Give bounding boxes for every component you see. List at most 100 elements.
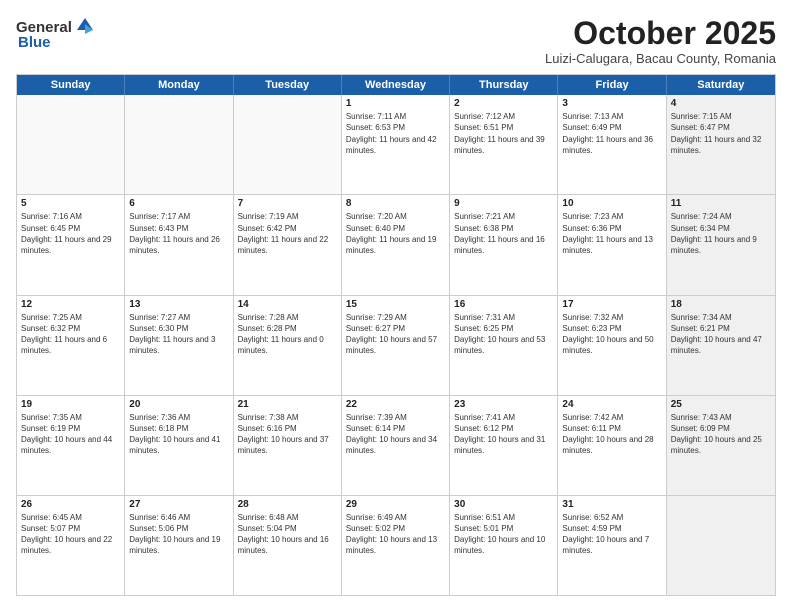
- day-number: 8: [346, 198, 445, 209]
- cell-info-text: Daylight: 10 hours and 28 minutes.: [562, 434, 661, 456]
- cell-info-text: Sunrise: 7:43 AM: [671, 412, 771, 423]
- cell-info-text: Daylight: 11 hours and 22 minutes.: [238, 234, 337, 256]
- cell-info-text: Sunrise: 7:27 AM: [129, 312, 228, 323]
- cell-info-text: Sunset: 6:40 PM: [346, 223, 445, 234]
- cell-info-text: Sunrise: 7:25 AM: [21, 312, 120, 323]
- cell-info-text: Sunset: 6:11 PM: [562, 423, 661, 434]
- calendar-cell: 9Sunrise: 7:21 AMSunset: 6:38 PMDaylight…: [450, 195, 558, 294]
- cell-info-text: Sunrise: 7:17 AM: [129, 211, 228, 222]
- calendar-cell: 20Sunrise: 7:36 AMSunset: 6:18 PMDayligh…: [125, 396, 233, 495]
- calendar-cell: [667, 496, 775, 595]
- day-number: 13: [129, 299, 228, 310]
- day-number: 10: [562, 198, 661, 209]
- day-number: 29: [346, 499, 445, 510]
- title-block: October 2025 Luizi-Calugara, Bacau Count…: [545, 16, 776, 66]
- calendar-row: 19Sunrise: 7:35 AMSunset: 6:19 PMDayligh…: [17, 396, 775, 496]
- cell-info-text: Sunrise: 6:45 AM: [21, 512, 120, 523]
- calendar-cell: 21Sunrise: 7:38 AMSunset: 6:16 PMDayligh…: [234, 396, 342, 495]
- day-number: 1: [346, 98, 445, 109]
- calendar-cell: 4Sunrise: 7:15 AMSunset: 6:47 PMDaylight…: [667, 95, 775, 194]
- day-number: 19: [21, 399, 120, 410]
- cell-info-text: Sunrise: 7:20 AM: [346, 211, 445, 222]
- cell-info-text: Sunrise: 7:34 AM: [671, 312, 771, 323]
- day-number: 26: [21, 499, 120, 510]
- cell-info-text: Sunrise: 7:13 AM: [562, 111, 661, 122]
- header: General Blue October 2025 Luizi-Calugara…: [16, 16, 776, 66]
- cell-info-text: Sunrise: 7:29 AM: [346, 312, 445, 323]
- cell-info-text: Sunrise: 6:46 AM: [129, 512, 228, 523]
- cell-info-text: Daylight: 10 hours and 19 minutes.: [129, 534, 228, 556]
- calendar-cell: 28Sunrise: 6:48 AMSunset: 5:04 PMDayligh…: [234, 496, 342, 595]
- cell-info-text: Sunset: 6:53 PM: [346, 122, 445, 133]
- day-number: 28: [238, 499, 337, 510]
- day-number: 4: [671, 98, 771, 109]
- cell-info-text: Daylight: 11 hours and 16 minutes.: [454, 234, 553, 256]
- calendar-header-cell: Sunday: [17, 75, 125, 95]
- cell-info-text: Sunset: 6:28 PM: [238, 323, 337, 334]
- cell-info-text: Sunrise: 7:16 AM: [21, 211, 120, 222]
- calendar-header-cell: Wednesday: [342, 75, 450, 95]
- cell-info-text: Daylight: 10 hours and 22 minutes.: [21, 534, 120, 556]
- cell-info-text: Sunrise: 7:11 AM: [346, 111, 445, 122]
- day-number: 2: [454, 98, 553, 109]
- day-number: 15: [346, 299, 445, 310]
- cell-info-text: Sunrise: 7:32 AM: [562, 312, 661, 323]
- cell-info-text: Sunset: 5:06 PM: [129, 523, 228, 534]
- day-number: 23: [454, 399, 553, 410]
- calendar-cell: 13Sunrise: 7:27 AMSunset: 6:30 PMDayligh…: [125, 296, 233, 395]
- cell-info-text: Daylight: 10 hours and 7 minutes.: [562, 534, 661, 556]
- cell-info-text: Sunset: 5:01 PM: [454, 523, 553, 534]
- day-number: 30: [454, 499, 553, 510]
- calendar-cell: 14Sunrise: 7:28 AMSunset: 6:28 PMDayligh…: [234, 296, 342, 395]
- cell-info-text: Sunrise: 7:15 AM: [671, 111, 771, 122]
- month-title: October 2025: [545, 16, 776, 51]
- cell-info-text: Sunset: 6:18 PM: [129, 423, 228, 434]
- calendar-row: 12Sunrise: 7:25 AMSunset: 6:32 PMDayligh…: [17, 296, 775, 396]
- calendar-cell: 1Sunrise: 7:11 AMSunset: 6:53 PMDaylight…: [342, 95, 450, 194]
- cell-info-text: Sunset: 5:04 PM: [238, 523, 337, 534]
- calendar-cell: 31Sunrise: 6:52 AMSunset: 4:59 PMDayligh…: [558, 496, 666, 595]
- day-number: 25: [671, 399, 771, 410]
- cell-info-text: Daylight: 11 hours and 36 minutes.: [562, 134, 661, 156]
- cell-info-text: Sunrise: 7:21 AM: [454, 211, 553, 222]
- cell-info-text: Daylight: 10 hours and 53 minutes.: [454, 334, 553, 356]
- calendar-cell: 2Sunrise: 7:12 AMSunset: 6:51 PMDaylight…: [450, 95, 558, 194]
- cell-info-text: Sunrise: 7:24 AM: [671, 211, 771, 222]
- cell-info-text: Sunset: 5:02 PM: [346, 523, 445, 534]
- cell-info-text: Sunset: 6:43 PM: [129, 223, 228, 234]
- cell-info-text: Sunrise: 7:19 AM: [238, 211, 337, 222]
- cell-info-text: Daylight: 10 hours and 41 minutes.: [129, 434, 228, 456]
- calendar-header: SundayMondayTuesdayWednesdayThursdayFrid…: [17, 75, 775, 95]
- calendar-cell: 11Sunrise: 7:24 AMSunset: 6:34 PMDayligh…: [667, 195, 775, 294]
- cell-info-text: Sunset: 4:59 PM: [562, 523, 661, 534]
- cell-info-text: Daylight: 10 hours and 37 minutes.: [238, 434, 337, 456]
- cell-info-text: Sunset: 6:21 PM: [671, 323, 771, 334]
- calendar-cell: 15Sunrise: 7:29 AMSunset: 6:27 PMDayligh…: [342, 296, 450, 395]
- day-number: 16: [454, 299, 553, 310]
- cell-info-text: Sunset: 6:32 PM: [21, 323, 120, 334]
- cell-info-text: Daylight: 10 hours and 50 minutes.: [562, 334, 661, 356]
- calendar-cell: 26Sunrise: 6:45 AMSunset: 5:07 PMDayligh…: [17, 496, 125, 595]
- calendar-header-cell: Monday: [125, 75, 233, 95]
- day-number: 31: [562, 499, 661, 510]
- calendar-cell: 18Sunrise: 7:34 AMSunset: 6:21 PMDayligh…: [667, 296, 775, 395]
- cell-info-text: Daylight: 11 hours and 32 minutes.: [671, 134, 771, 156]
- cell-info-text: Daylight: 11 hours and 39 minutes.: [454, 134, 553, 156]
- cell-info-text: Sunrise: 6:51 AM: [454, 512, 553, 523]
- cell-info-text: Sunset: 6:34 PM: [671, 223, 771, 234]
- cell-info-text: Sunset: 6:45 PM: [21, 223, 120, 234]
- cell-info-text: Sunrise: 7:12 AM: [454, 111, 553, 122]
- cell-info-text: Sunset: 6:30 PM: [129, 323, 228, 334]
- cell-info-text: Sunrise: 6:48 AM: [238, 512, 337, 523]
- cell-info-text: Sunset: 6:42 PM: [238, 223, 337, 234]
- calendar-cell: 24Sunrise: 7:42 AMSunset: 6:11 PMDayligh…: [558, 396, 666, 495]
- cell-info-text: Daylight: 11 hours and 26 minutes.: [129, 234, 228, 256]
- calendar-cell: [234, 95, 342, 194]
- calendar-cell: 16Sunrise: 7:31 AMSunset: 6:25 PMDayligh…: [450, 296, 558, 395]
- day-number: 24: [562, 399, 661, 410]
- cell-info-text: Sunset: 6:16 PM: [238, 423, 337, 434]
- calendar-header-cell: Thursday: [450, 75, 558, 95]
- day-number: 7: [238, 198, 337, 209]
- calendar-cell: [17, 95, 125, 194]
- cell-info-text: Sunset: 6:49 PM: [562, 122, 661, 133]
